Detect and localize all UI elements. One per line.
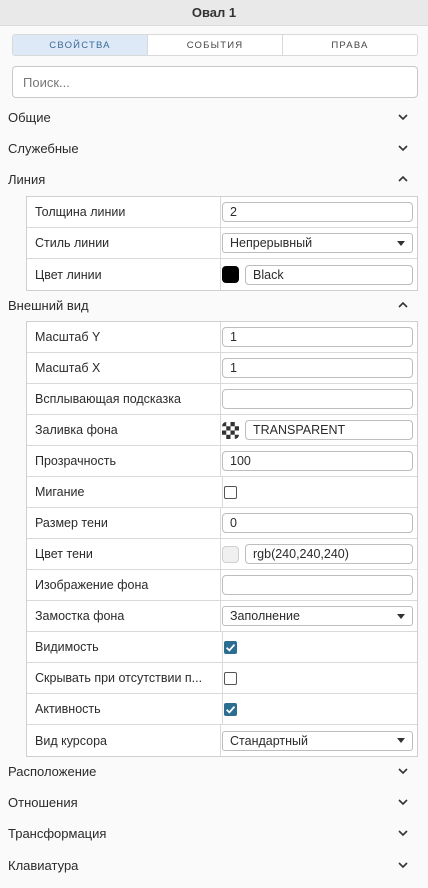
section-line[interactable]: Линия (0, 165, 428, 193)
property-label: Скрывать при отсутствии п... (27, 663, 223, 693)
select-value: Стандартный (230, 733, 308, 748)
scale-y-input[interactable]: 1 (222, 327, 413, 347)
property-row: Скрывать при отсутствии п... (27, 663, 417, 694)
shadow-color-input[interactable]: rgb(240,240,240) (245, 544, 413, 564)
section-relations[interactable]: Отношения (0, 788, 428, 816)
bg-tiling-select[interactable]: Заполнение (222, 606, 413, 626)
hide-missing-checkbox[interactable] (224, 671, 237, 685)
chevron-down-icon (398, 862, 408, 869)
property-label: Активность (27, 694, 223, 724)
tab-properties[interactable]: СВОЙСТВА (13, 35, 148, 55)
select-value: Заполнение (230, 609, 300, 623)
section-general[interactable]: Общие (0, 103, 428, 131)
property-label: Вид курсора (27, 725, 221, 756)
chevron-down-icon (398, 145, 408, 152)
property-row: Вид курсора Стандартный (27, 725, 417, 756)
property-row: Прозрачность 100 (27, 446, 417, 477)
chevron-up-icon (398, 175, 408, 182)
property-row: Масштаб X 1 (27, 353, 417, 384)
property-row: Масштаб Y 1 (27, 322, 417, 353)
property-label: Размер тени (27, 508, 221, 538)
property-label: Толщина линии (27, 197, 221, 227)
tab-permissions[interactable]: ПРАВА (283, 35, 417, 55)
line-width-input[interactable]: 2 (222, 202, 413, 222)
blink-checkbox[interactable] (224, 485, 237, 499)
section-title: Общие (8, 109, 51, 125)
fill-color-input[interactable]: TRANSPARENT (245, 420, 413, 440)
cursor-select[interactable]: Стандартный (222, 730, 413, 751)
section-service[interactable]: Служебные (0, 134, 428, 162)
property-row: Толщина линии 2 (27, 197, 417, 228)
property-row: Видимость (27, 632, 417, 663)
tab-bar: СВОЙСТВА СОБЫТИЯ ПРАВА (12, 34, 418, 56)
visible-checkbox[interactable] (224, 640, 237, 654)
chevron-down-icon (398, 830, 408, 837)
section-title: Клавиатура (8, 857, 79, 873)
select-value: Непрерывный (230, 236, 313, 250)
property-label: Мигание (27, 477, 223, 507)
property-row: Изображение фона (27, 570, 417, 601)
search-input[interactable] (12, 66, 418, 98)
appearance-properties-table: Масштаб Y 1 Масштаб X 1 Всплывающая подс… (26, 321, 418, 757)
property-row: Цвет линии Black (27, 259, 417, 290)
section-title: Внешний вид (8, 297, 89, 313)
section-title: Расположение (8, 763, 97, 779)
tab-events[interactable]: СОБЫТИЯ (148, 35, 283, 55)
property-label: Цвет линии (27, 259, 221, 290)
property-label: Цвет тени (27, 539, 221, 569)
property-row: Активность (27, 694, 417, 725)
property-label: Всплывающая подсказка (27, 384, 221, 414)
caret-down-icon (397, 738, 405, 743)
chevron-down-icon (398, 799, 408, 806)
property-row: Замостка фона Заполнение (27, 601, 417, 632)
section-appearance[interactable]: Внешний вид (0, 291, 428, 319)
line-properties-table: Толщина линии 2 Стиль линии Непрерывный … (26, 196, 418, 291)
property-row: Размер тени 0 (27, 508, 417, 539)
scale-x-input[interactable]: 1 (222, 358, 413, 378)
chevron-down-icon (398, 768, 408, 775)
shadow-size-input[interactable]: 0 (222, 513, 413, 533)
checkmark-icon (226, 643, 236, 652)
section-title: Трансформация (8, 825, 107, 841)
section-placement[interactable]: Расположение (0, 757, 428, 785)
property-label: Масштаб X (27, 353, 221, 383)
property-label: Изображение фона (27, 570, 221, 600)
property-row: Всплывающая подсказка (27, 384, 417, 415)
property-label: Стиль линии (27, 228, 221, 258)
section-keyboard[interactable]: Клавиатура (0, 851, 428, 879)
caret-down-icon (397, 613, 405, 619)
section-title: Линия (8, 171, 46, 187)
panel-title: Овал 1 (0, 0, 428, 26)
chevron-down-icon (398, 114, 408, 121)
bg-image-input[interactable] (222, 575, 413, 595)
section-title: Служебные (8, 140, 79, 156)
checkmark-icon (226, 705, 236, 714)
shadow-color-swatch[interactable] (222, 545, 239, 563)
property-row: Цвет тени rgb(240,240,240) (27, 539, 417, 570)
tooltip-input[interactable] (222, 389, 413, 409)
opacity-input[interactable]: 100 (222, 451, 413, 471)
caret-down-icon (397, 240, 405, 246)
section-title: Отношения (8, 794, 78, 810)
line-color-input[interactable]: Black (245, 264, 413, 285)
property-row: Мигание (27, 477, 417, 508)
transparent-checker-icon[interactable] (222, 421, 239, 439)
property-label: Замостка фона (27, 601, 221, 631)
property-label: Заливка фона (27, 415, 221, 445)
property-label: Прозрачность (27, 446, 221, 476)
line-style-select[interactable]: Непрерывный (222, 233, 413, 253)
property-row: Стиль линии Непрерывный (27, 228, 417, 259)
active-checkbox[interactable] (224, 702, 237, 716)
section-transform[interactable]: Трансформация (0, 819, 428, 847)
property-row: Заливка фона TRANSPARENT (27, 415, 417, 446)
property-label: Видимость (27, 632, 223, 662)
chevron-up-icon (398, 301, 408, 308)
property-label: Масштаб Y (27, 322, 221, 352)
line-color-swatch[interactable] (222, 266, 239, 283)
